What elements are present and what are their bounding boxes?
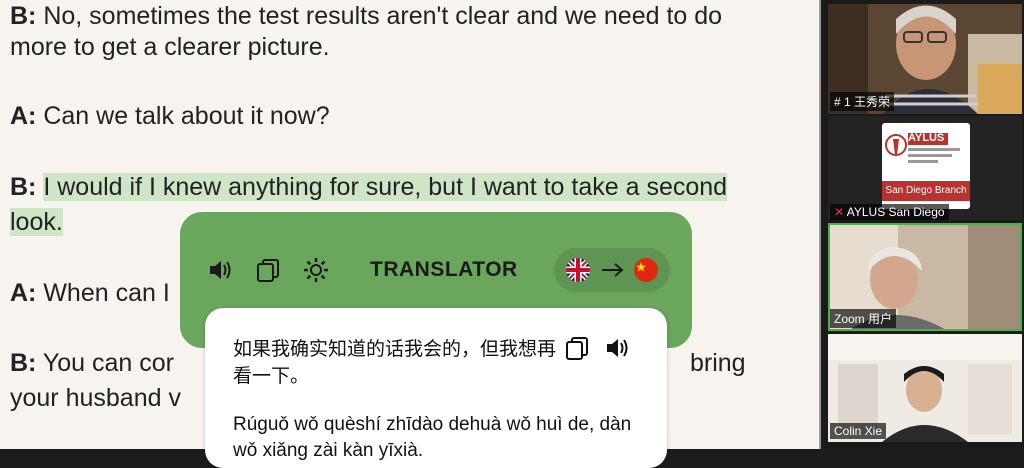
china-flag-icon <box>634 258 658 282</box>
dialogue-line: your husband v <box>10 384 181 412</box>
participant-name: Colin Xie <box>830 423 887 439</box>
participant-tile[interactable]: Colin Xie <box>828 334 1022 442</box>
chinese-translation[interactable]: 如果我确实知道的话我会的，但我想再看一下。 <box>233 336 563 390</box>
speaker-icon[interactable] <box>206 256 234 284</box>
translator-toolbar: TRANSLATOR <box>180 248 692 292</box>
dialogue-line-selected[interactable]: B: I would if I knew anything for sure, … <box>10 170 728 204</box>
dialogue-line: B: No, sometimes the test results aren't… <box>10 2 723 30</box>
text-selection[interactable]: I would if I knew anything for sure, but… <box>43 173 728 201</box>
dialogue-line: more to get a clearer picture. <box>10 33 330 61</box>
participant-tile-active[interactable]: Zoom 用户 <box>828 223 1022 331</box>
dialogue-line: A: When can I <box>10 279 170 307</box>
dialogue-line: look. <box>10 205 63 239</box>
branch-label: San Diego Branch <box>885 185 967 196</box>
participant-tile[interactable]: AYLUS San Diego Branch ✕ AYLUS San Diego <box>828 116 1022 220</box>
gear-icon[interactable] <box>302 256 330 284</box>
participant-name: ✕ AYLUS San Diego <box>830 204 949 220</box>
logo-text: AYLUS <box>908 132 945 144</box>
uk-flag-icon <box>566 258 590 282</box>
aylus-logo: AYLUS San Diego Branch <box>882 123 970 209</box>
dialogue-line: B: You can cor <box>10 349 175 377</box>
translator-title: TRANSLATOR <box>370 258 518 281</box>
dialogue-line-tail: bring <box>690 349 746 377</box>
participant-name: # 1 王秀荣 <box>830 92 895 111</box>
participant-name: Zoom 用户 <box>830 309 897 328</box>
text-selection[interactable]: look. <box>10 208 63 236</box>
panel-divider[interactable] <box>793 0 821 449</box>
translation-result-card: 如果我确实知道的话我会的，但我想再看一下。 Rúguǒ wǒ quèshí zh… <box>205 308 667 468</box>
copy-icon[interactable] <box>254 256 282 284</box>
participant-tile[interactable]: # 1 王秀荣 <box>828 4 1022 114</box>
speaker-icon[interactable] <box>603 334 631 362</box>
language-selector[interactable] <box>554 248 670 292</box>
copy-icon[interactable] <box>563 334 591 362</box>
dialogue-line: A: Can we talk about it now? <box>10 102 330 130</box>
mic-muted-icon: ✕ <box>834 205 845 219</box>
pinyin-translation[interactable]: Rúguǒ wǒ quèshí zhīdào dehuà wǒ huì de, … <box>233 412 653 464</box>
arrow-right-icon <box>602 263 624 277</box>
